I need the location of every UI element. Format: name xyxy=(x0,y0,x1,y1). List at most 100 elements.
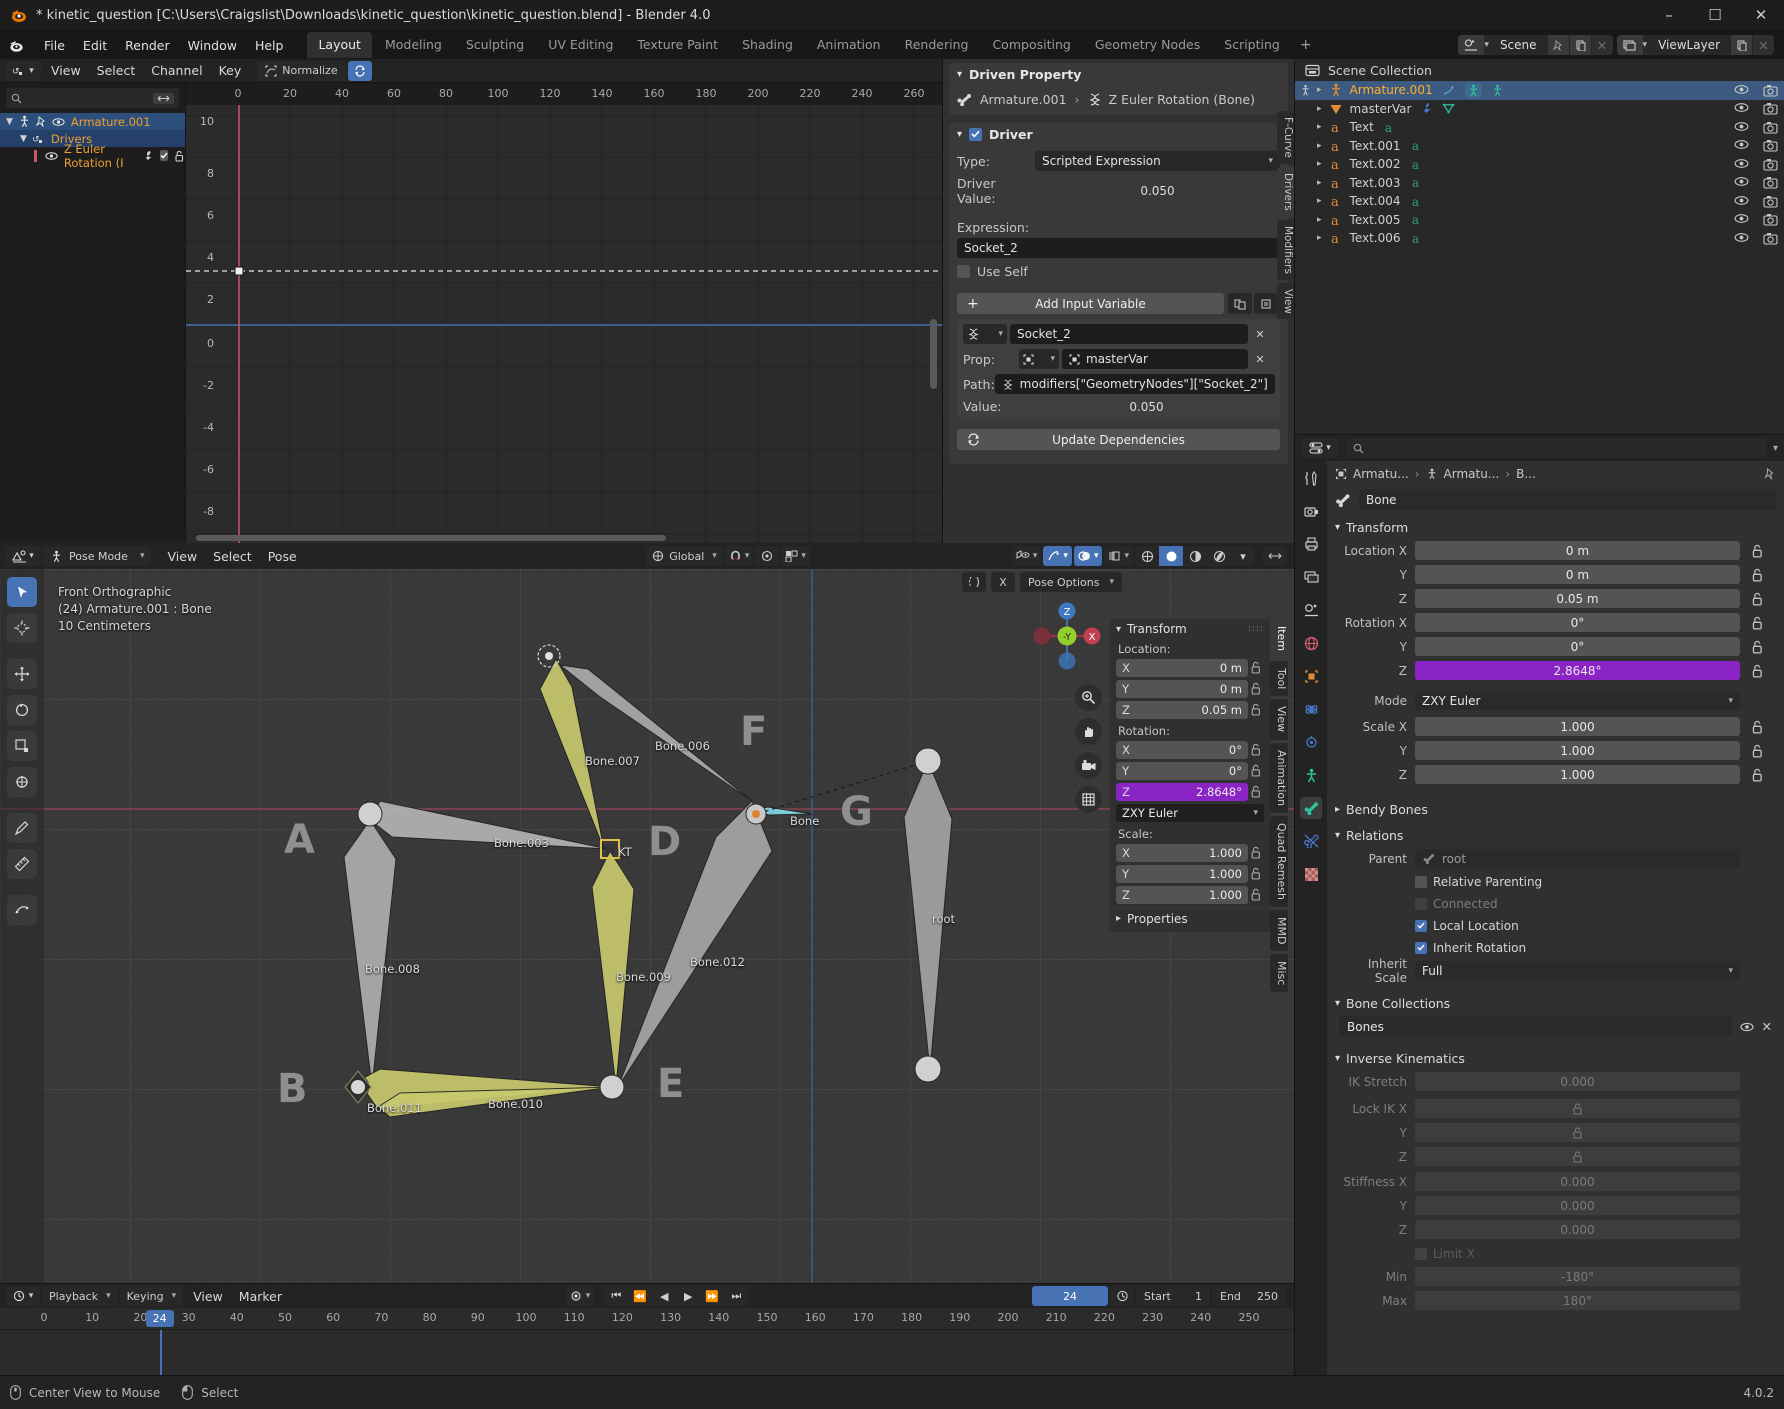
timeline-marker-menu[interactable]: Marker xyxy=(231,1287,290,1306)
armature-data-icon[interactable] xyxy=(1491,84,1504,97)
scale-row-value[interactable]: 1.000 xyxy=(1415,741,1740,760)
prop-object-input[interactable]: masterVar xyxy=(1062,349,1248,369)
menu-edit[interactable]: Edit xyxy=(74,35,116,56)
local-location-checkbox[interactable] xyxy=(1415,919,1427,932)
transform-row-value[interactable]: 0.05 m xyxy=(1415,589,1740,608)
scale-row-value[interactable]: 1.000 xyxy=(1415,717,1740,736)
channel-row[interactable]: ▼ Armature.001 xyxy=(0,113,185,130)
pin-properties-icon[interactable] xyxy=(1764,468,1776,480)
lock-ik-y-toggle[interactable] xyxy=(1415,1123,1740,1142)
bendy-bones-header[interactable]: ▸ Bendy Bones xyxy=(1327,798,1784,820)
add-workspace-button[interactable]: + xyxy=(1292,34,1320,56)
rotate-tool-icon[interactable] xyxy=(7,695,37,725)
breadcrumb-object-label[interactable]: Armatu... xyxy=(1353,467,1409,481)
play-reverse-icon[interactable]: ◀ xyxy=(652,1286,677,1306)
lock-icon[interactable] xyxy=(1248,703,1264,716)
world-tab-icon[interactable] xyxy=(1300,632,1322,654)
min-value[interactable]: -180° xyxy=(1415,1267,1740,1286)
outliner-row[interactable]: ▸ a Text.002 a xyxy=(1295,155,1784,174)
remove-variable-icon[interactable]: ✕ xyxy=(1248,324,1272,344)
lock-icon[interactable] xyxy=(1248,888,1264,901)
next-keyframe-icon[interactable]: ⏩ xyxy=(700,1286,725,1306)
viewport-menu-pose[interactable]: Pose xyxy=(260,547,305,566)
tweak-tool-icon[interactable] xyxy=(7,577,37,607)
driver-icon[interactable] xyxy=(1442,84,1456,97)
transform-row-value[interactable]: 2.8648° xyxy=(1415,661,1740,680)
font-data-icon[interactable]: a xyxy=(1383,121,1396,134)
timeline-ruler[interactable]: 0 10 20 30 40 50 60 70 80 90 100 110 120 130 140 150 160… xyxy=(0,1308,1294,1330)
hide-in-viewport-icon[interactable] xyxy=(1734,139,1749,152)
physics-tab-icon[interactable] xyxy=(1300,698,1322,720)
tool-tab-icon[interactable] xyxy=(1300,467,1322,489)
pose-options-dropdown[interactable]: Pose Options ▾ xyxy=(1020,572,1122,592)
delete-scene-icon[interactable]: ✕ xyxy=(1590,35,1613,55)
hide-in-viewport-icon[interactable] xyxy=(1734,158,1749,171)
outliner-row[interactable]: ▸ a Text.006 a xyxy=(1295,229,1784,248)
x-mirror-icon[interactable] xyxy=(962,572,987,592)
keying-dropdown[interactable]: Keying ▾ xyxy=(119,1286,184,1306)
scale-tool-icon[interactable] xyxy=(7,731,37,761)
outliner-row[interactable]: ▸ a Text.005 a xyxy=(1295,211,1784,230)
driven-property-header[interactable]: ▾ Driven Property xyxy=(949,63,1288,85)
drivers-menu-view[interactable]: View xyxy=(43,61,89,80)
snap-magnet-icon[interactable]: ▾ xyxy=(724,546,754,566)
stiffness-y-value[interactable]: 0.000 xyxy=(1415,1196,1740,1215)
outliner-row[interactable]: ▸ a Text.003 a xyxy=(1295,174,1784,193)
view-layer-tab-icon[interactable] xyxy=(1300,566,1322,588)
scene-tab-icon[interactable] xyxy=(1300,599,1322,621)
lock-ik-x-toggle[interactable] xyxy=(1415,1099,1740,1118)
lock-icon[interactable] xyxy=(1248,867,1264,880)
font-data-icon[interactable]: a xyxy=(1410,158,1423,171)
playback-dropdown[interactable]: Playback ▾ xyxy=(42,1286,118,1306)
visibility-icon[interactable] xyxy=(52,117,65,127)
maximize-button[interactable]: ☐ xyxy=(1692,0,1738,31)
outliner-row[interactable]: ▸ a Text.001 a xyxy=(1295,137,1784,156)
lock-icon[interactable] xyxy=(1740,664,1774,678)
expression-input[interactable]: Socket_2 xyxy=(957,238,1280,258)
hide-in-viewport-icon[interactable] xyxy=(1734,121,1749,134)
bone-constraint-tab-icon[interactable] xyxy=(1300,830,1322,852)
stiffness-z-value[interactable]: 0.000 xyxy=(1415,1220,1740,1239)
inherit-rotation-checkbox[interactable] xyxy=(1415,941,1427,954)
disable-in-renders-icon[interactable] xyxy=(1763,232,1778,245)
disable-in-renders-icon[interactable] xyxy=(1763,213,1778,226)
n-location-field[interactable]: Y 0 m xyxy=(1116,679,1248,698)
minimize-button[interactable]: – xyxy=(1646,0,1692,31)
xray-toggle-icon[interactable]: ▾ xyxy=(1104,546,1133,566)
drivers-graph-area[interactable]: 0 20 40 60 80 100 120 140 160 180 200 220 240 260 10 8… xyxy=(186,83,942,543)
timeline-playhead[interactable]: 24 xyxy=(145,1310,174,1327)
disable-in-renders-icon[interactable] xyxy=(1763,102,1778,115)
paste-variables-icon[interactable] xyxy=(1254,293,1278,314)
lock-icon[interactable] xyxy=(1248,785,1264,798)
remove-bone-collection-icon[interactable]: ✕ xyxy=(1762,1019,1772,1034)
disclosure-triangle-icon[interactable]: ▸ xyxy=(1317,159,1322,169)
new-scene-icon[interactable] xyxy=(1568,35,1591,55)
n-panel-tab-mmd[interactable]: MMD xyxy=(1270,909,1288,952)
lock-ik-z-toggle[interactable] xyxy=(1415,1147,1740,1166)
outliner-row[interactable]: ▸ Armature.001 xyxy=(1295,81,1784,100)
outliner-row[interactable]: ▸ a Text a xyxy=(1295,118,1784,137)
limit-x-checkbox[interactable] xyxy=(1415,1247,1427,1260)
rotation-mode-dropdown[interactable]: ZXY Euler ▾ xyxy=(1415,691,1740,710)
mute-checkbox[interactable] xyxy=(160,150,168,161)
workspace-tab-shading[interactable]: Shading xyxy=(731,32,804,58)
lock-icon[interactable] xyxy=(1740,744,1774,758)
auto-normalize-icon[interactable] xyxy=(347,60,372,81)
lock-icon[interactable] xyxy=(1248,764,1264,777)
n-rotation-field[interactable]: Y 0° xyxy=(1116,761,1248,780)
driver-side-tab-view[interactable]: View xyxy=(1277,282,1294,320)
prev-keyframe-icon[interactable]: ⏪ xyxy=(628,1286,653,1306)
pose-icon[interactable] xyxy=(1464,82,1482,98)
stiffness-x-value[interactable]: 0.000 xyxy=(1415,1172,1740,1191)
bone-collection-field[interactable]: Bones xyxy=(1339,1016,1732,1037)
workspace-tab-compositing[interactable]: Compositing xyxy=(981,32,1081,58)
workspace-tab-rendering[interactable]: Rendering xyxy=(894,32,980,58)
parent-field[interactable]: root xyxy=(1415,849,1740,868)
font-data-icon[interactable]: a xyxy=(1410,176,1423,189)
disclosure-triangle-icon[interactable]: ▸ xyxy=(1317,196,1322,206)
bone-collection-visibility-icon[interactable] xyxy=(1739,1021,1754,1033)
scale-row-value[interactable]: 1.000 xyxy=(1415,765,1740,784)
hide-in-viewport-icon[interactable] xyxy=(1734,195,1749,208)
disclosure-triangle-icon[interactable]: ▸ xyxy=(1317,233,1322,243)
expand-arrows-icon[interactable] xyxy=(153,92,174,104)
